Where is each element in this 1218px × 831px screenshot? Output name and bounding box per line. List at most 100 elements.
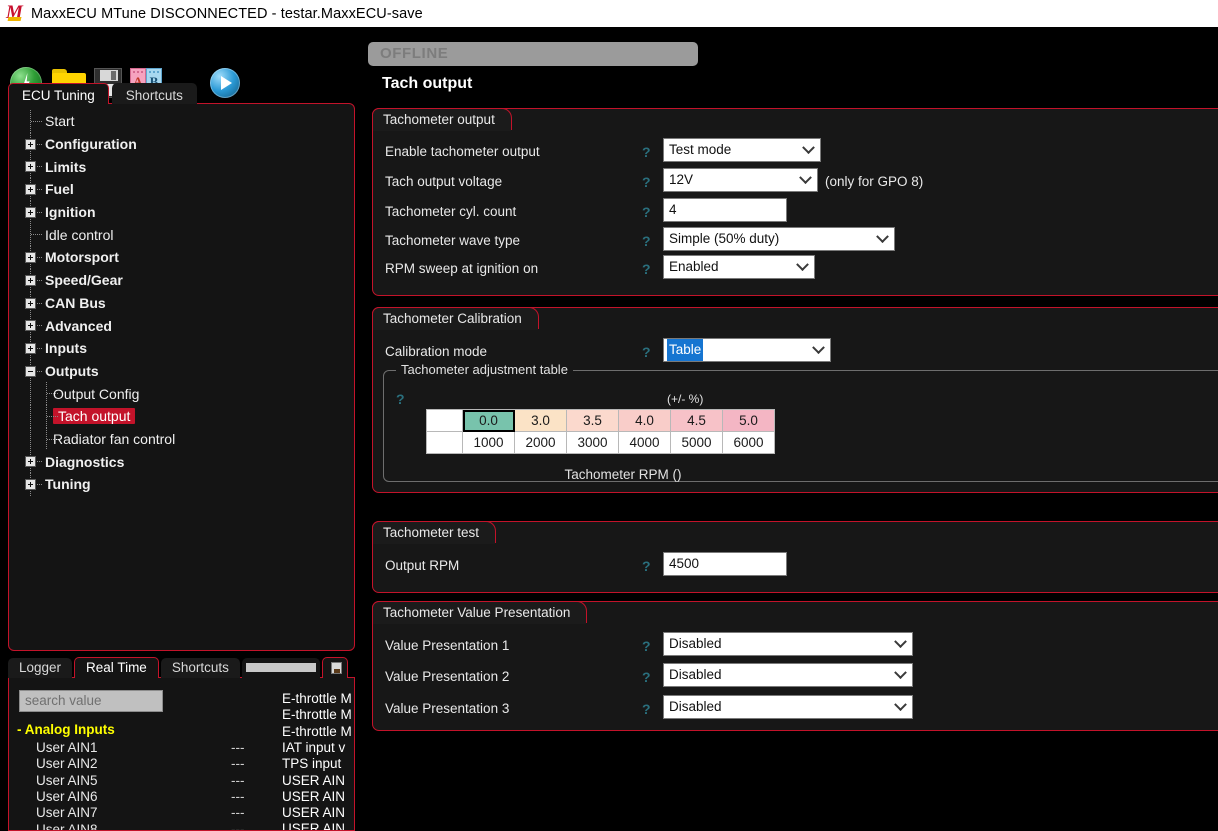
tab-shortcuts[interactable]: Shortcuts bbox=[111, 83, 197, 104]
real-time-right-label[interactable]: USER AIN bbox=[282, 805, 345, 820]
real-time-right-label[interactable]: E-throttle M bbox=[282, 691, 352, 706]
real-time-row-value: --- bbox=[231, 756, 245, 772]
tab-logger[interactable]: Logger bbox=[8, 658, 73, 678]
expand-plus-icon[interactable] bbox=[25, 320, 36, 332]
real-time-right-label[interactable]: USER AIN bbox=[282, 821, 345, 830]
collapse-minus-icon[interactable] bbox=[25, 365, 36, 377]
input-output-rpm[interactable]: 4500 bbox=[663, 552, 787, 576]
sidebar-item-ignition[interactable]: Ignition bbox=[9, 200, 354, 224]
help-icon-output-rpm[interactable]: ? bbox=[642, 558, 651, 574]
sidebar-item-radiator-fan-control[interactable]: Radiator fan control bbox=[9, 427, 354, 451]
expand-plus-icon[interactable] bbox=[25, 456, 36, 468]
real-time-row-name[interactable]: User AIN7 bbox=[36, 805, 98, 820]
real-time-right-label[interactable]: E-throttle M bbox=[282, 707, 352, 722]
table-axis-cell[interactable]: 3000 bbox=[566, 431, 619, 454]
help-icon-enable-tachometer-output[interactable]: ? bbox=[642, 144, 651, 160]
tab-extra-icon[interactable] bbox=[321, 657, 348, 678]
sidebar-item-limits[interactable]: Limits bbox=[9, 155, 354, 179]
tab-real-time[interactable]: Real Time bbox=[74, 657, 159, 678]
real-time-right-label[interactable]: TPS input bbox=[282, 756, 341, 771]
expand-plus-icon[interactable] bbox=[25, 479, 36, 490]
real-time-row-name[interactable]: User AIN1 bbox=[36, 740, 98, 755]
search-input[interactable]: search value bbox=[19, 690, 163, 712]
expand-plus-icon[interactable] bbox=[25, 206, 36, 218]
table-value-cell[interactable]: 3.0 bbox=[514, 409, 567, 432]
help-icon-calibration-mode[interactable]: ? bbox=[642, 344, 651, 360]
real-time-row-name[interactable]: User AIN6 bbox=[36, 789, 98, 804]
select-value-presentation-3-value: Disabled bbox=[669, 699, 722, 714]
help-icon-tachometer-wave-type[interactable]: ? bbox=[642, 233, 651, 249]
table-value-cell[interactable]: 5.0 bbox=[722, 409, 775, 432]
table-value-cell[interactable]: 3.5 bbox=[566, 409, 619, 432]
expand-plus-icon[interactable] bbox=[25, 274, 36, 286]
expand-plus-icon[interactable] bbox=[25, 161, 36, 173]
expand-plus-icon[interactable] bbox=[25, 297, 36, 309]
real-time-right-label[interactable]: USER AIN bbox=[282, 773, 345, 788]
help-icon-value-presentation-1[interactable]: ? bbox=[642, 638, 651, 654]
real-time-right-label[interactable]: IAT input v bbox=[282, 740, 345, 755]
real-time-right-label[interactable]: E-throttle M bbox=[282, 724, 352, 739]
table-axis-cell[interactable]: 6000 bbox=[722, 431, 775, 454]
help-icon-rpm-sweep-at-ignition-on[interactable]: ? bbox=[642, 261, 651, 277]
label-value-presentation-3: Value Presentation 3 bbox=[385, 701, 510, 716]
sidebar-item-tuning[interactable]: Tuning bbox=[9, 473, 354, 496]
sidebar-item-configuration[interactable]: Configuration bbox=[9, 132, 354, 156]
tree-gutter bbox=[23, 268, 45, 292]
tab-ecu-tuning[interactable]: ECU Tuning bbox=[8, 83, 109, 104]
table-row: 1000 2000 3000 4000 5000 6000 bbox=[426, 431, 775, 454]
table-axis-cell[interactable]: 4000 bbox=[618, 431, 671, 454]
real-time-row-value: --- bbox=[231, 788, 245, 804]
select-tach-output-voltage[interactable]: 12V bbox=[663, 168, 818, 192]
sidebar-item-can-bus[interactable]: CAN Bus bbox=[9, 291, 354, 315]
real-time-row-name[interactable]: User AIN5 bbox=[36, 773, 98, 788]
sidebar-item-inputs[interactable]: Inputs bbox=[9, 336, 354, 360]
help-icon-tachometer-cyl-count[interactable]: ? bbox=[642, 204, 651, 220]
sidebar-item-output-config[interactable]: Output Config bbox=[9, 382, 354, 405]
real-time-row-name[interactable]: User AIN8 bbox=[36, 822, 98, 831]
select-tachometer-wave-type[interactable]: Simple (50% duty) bbox=[663, 227, 895, 251]
tab-bottom-shortcuts[interactable]: Shortcuts bbox=[160, 658, 240, 678]
table-value-cell[interactable]: 4.5 bbox=[670, 409, 723, 432]
table-axis-cell[interactable]: 2000 bbox=[514, 431, 567, 454]
sidebar-item-start[interactable]: Start bbox=[9, 110, 354, 133]
tree-stub bbox=[37, 211, 43, 213]
expand-plus-icon[interactable] bbox=[25, 342, 36, 354]
select-value-presentation-1[interactable]: Disabled bbox=[663, 632, 913, 656]
help-icon-value-presentation-2[interactable]: ? bbox=[642, 669, 651, 685]
sidebar-item-motorsport[interactable]: Motorsport bbox=[9, 246, 354, 269]
table-axis-cell[interactable]: 5000 bbox=[670, 431, 723, 454]
help-icon-value-presentation-3[interactable]: ? bbox=[642, 701, 651, 717]
tree-gutter bbox=[23, 132, 45, 156]
group-tachometer-test-title: Tachometer test bbox=[372, 521, 497, 544]
table-axis-cell[interactable]: 1000 bbox=[462, 431, 515, 454]
table-value-cell[interactable]: 0.0 bbox=[462, 409, 515, 432]
select-value-presentation-2[interactable]: Disabled bbox=[663, 663, 913, 687]
progress-indicator bbox=[241, 658, 320, 678]
input-tachometer-cyl-count[interactable]: 4 bbox=[663, 198, 787, 222]
sidebar-item-outputs[interactable]: Outputs bbox=[9, 359, 354, 383]
select-value-presentation-3[interactable]: Disabled bbox=[663, 695, 913, 719]
chevron-down-icon bbox=[802, 141, 815, 155]
expand-plus-icon[interactable] bbox=[25, 138, 36, 150]
expand-plus-icon[interactable] bbox=[25, 252, 36, 264]
tachometer-adjustment-table[interactable]: 0.0 3.0 3.5 4.0 4.5 5.0 1000 2000 3000 4000 5000 60… bbox=[426, 409, 775, 454]
expand-plus-icon[interactable] bbox=[25, 184, 36, 196]
real-time-right-label[interactable]: USER AIN bbox=[282, 789, 345, 804]
help-icon-tach-output-voltage[interactable]: ? bbox=[642, 174, 651, 190]
select-enable-tachometer-output[interactable]: Test mode bbox=[663, 138, 821, 162]
sidebar-item-speed-gear[interactable]: Speed/Gear bbox=[9, 268, 354, 292]
label-output-rpm: Output RPM bbox=[385, 558, 460, 573]
sidebar-item-fuel[interactable]: Fuel bbox=[9, 178, 354, 201]
select-rpm-sweep-at-ignition-on[interactable]: Enabled bbox=[663, 255, 815, 279]
sidebar-item-tach-output[interactable]: Tach output bbox=[9, 404, 354, 428]
help-icon-adjustment-table[interactable]: ? bbox=[396, 391, 405, 407]
table-value-cell[interactable]: 4.0 bbox=[618, 409, 671, 432]
run-play-icon[interactable] bbox=[210, 68, 240, 98]
select-calibration-mode[interactable]: Table bbox=[663, 338, 831, 362]
sidebar-item-idle-control[interactable]: Idle control bbox=[9, 223, 354, 247]
real-time-group-header[interactable]: - Analog Inputs bbox=[17, 722, 115, 737]
select-rpm-sweep-at-ignition-on-value: Enabled bbox=[669, 259, 719, 274]
real-time-row-name[interactable]: User AIN2 bbox=[36, 756, 98, 771]
sidebar-item-diagnostics[interactable]: Diagnostics bbox=[9, 450, 354, 473]
sidebar-item-advanced[interactable]: Advanced bbox=[9, 314, 354, 337]
